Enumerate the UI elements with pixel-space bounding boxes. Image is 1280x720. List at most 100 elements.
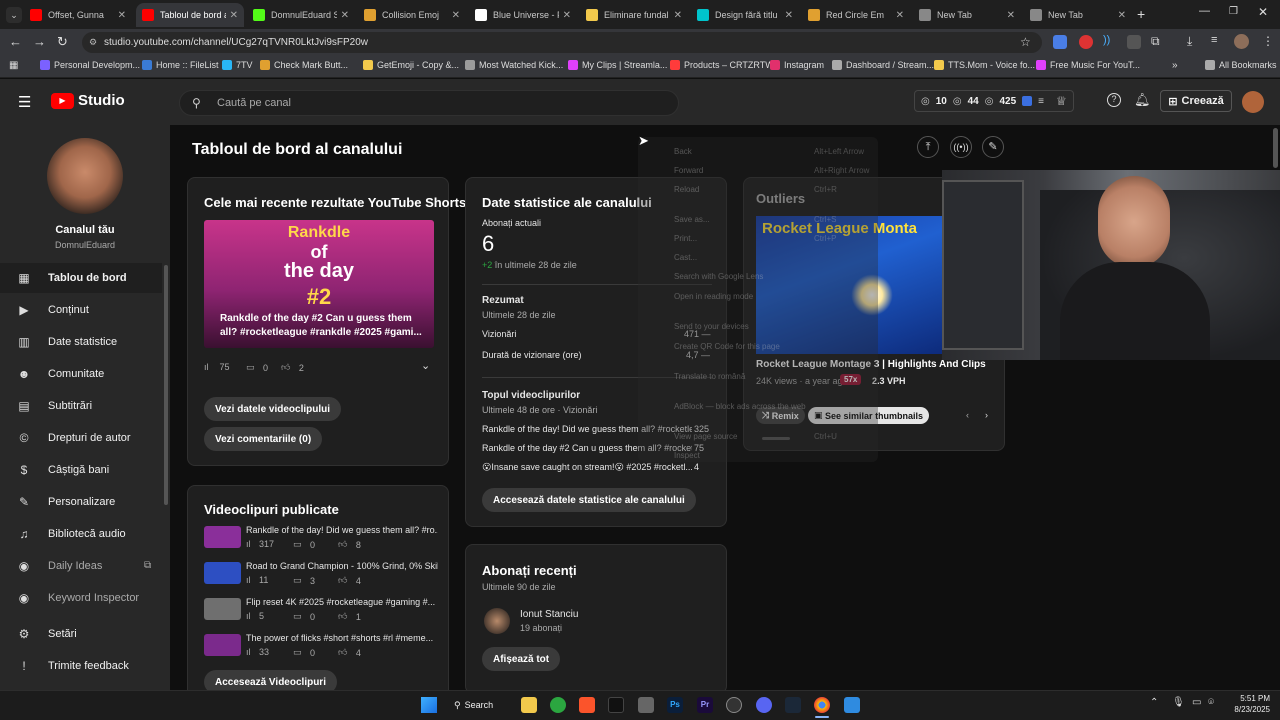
- context-menu-item[interactable]: Inspect: [674, 451, 700, 460]
- sidebar-item[interactable]: ▤ Subtitrări: [0, 391, 162, 421]
- realtime-stats-pill[interactable]: ◎ 10 ◎ 44 ◎ 425 ≡: [914, 90, 1074, 112]
- tab-close-icon[interactable]: ✕: [674, 10, 682, 21]
- browser-tab[interactable]: Eliminare fundal ✕: [580, 3, 688, 27]
- discord-icon[interactable]: [756, 697, 772, 713]
- download-icon[interactable]: ⤓: [1187, 34, 1192, 49]
- context-menu-item[interactable]: Print...: [674, 234, 697, 243]
- view-comments-button[interactable]: Vezi comentariile (0): [204, 427, 323, 451]
- restore-button[interactable]: ❐: [1229, 6, 1238, 17]
- bookmark-item[interactable]: Products – CRTZRTW: [670, 60, 774, 70]
- premiere-icon[interactable]: Pr: [697, 697, 713, 713]
- tab-close-icon[interactable]: ✕: [785, 10, 793, 21]
- extension-wave-icon[interactable]: )): [1103, 34, 1110, 46]
- tiktok-icon[interactable]: [608, 697, 624, 713]
- context-menu-item[interactable]: Open in reading mode: [674, 292, 753, 301]
- back-icon[interactable]: ←: [9, 34, 22, 49]
- extension-translate-icon[interactable]: [1053, 35, 1067, 49]
- context-menu-item[interactable]: Translate to română: [674, 372, 745, 381]
- sidebar-item[interactable]: ✎ Personalizare: [0, 487, 162, 517]
- sidebar-item[interactable]: © Drepturi de autor: [0, 423, 162, 453]
- video-thumbnail[interactable]: [204, 526, 241, 548]
- site-info-icon[interactable]: ⚙: [89, 32, 97, 53]
- browser-tab[interactable]: New Tab ✕: [913, 3, 1021, 27]
- bookmark-item[interactable]: 7TV: [222, 60, 253, 70]
- outliers-next-icon[interactable]: ›: [985, 410, 988, 420]
- forward-icon[interactable]: →: [33, 34, 46, 49]
- file-explorer-icon[interactable]: [521, 697, 537, 713]
- context-menu-item[interactable]: Back: [674, 147, 692, 156]
- show-all-button[interactable]: Afișează tot: [482, 647, 561, 671]
- sidebar-item[interactable]: ▶ Conținut: [0, 295, 162, 325]
- bookmark-item[interactable]: GetEmoji - Copy &...: [363, 60, 459, 70]
- go-to-analytics-button[interactable]: Accesează datele statistice ale canalulu…: [482, 488, 696, 512]
- bookmark-item[interactable]: Dashboard / Stream...: [832, 60, 934, 70]
- video-title[interactable]: Rankdle of the day! Did we guess them al…: [246, 525, 438, 535]
- photoshop-icon[interactable]: Ps: [667, 697, 683, 713]
- help-icon[interactable]: ?: [1107, 93, 1121, 107]
- context-menu-item[interactable]: Create QR Code for this page: [674, 342, 780, 351]
- video-thumbnail[interactable]: [204, 598, 241, 620]
- bookmark-star-icon[interactable]: ☆: [1020, 32, 1031, 53]
- sidebar-item[interactable]: ! Trimite feedback: [0, 651, 162, 681]
- bookmark-item[interactable]: Personal Developm...: [40, 60, 140, 70]
- main-scrollbar[interactable]: [1273, 128, 1278, 168]
- sidebar-item[interactable]: $ Câștigă bani: [0, 455, 162, 485]
- taskbar-clock[interactable]: 5:51 PM 8/23/2025: [1226, 693, 1270, 715]
- profile-avatar[interactable]: [1234, 34, 1249, 49]
- video-thumbnail[interactable]: [204, 562, 241, 584]
- top-video-title[interactable]: 😮Insane save caught on stream!😮 #2025 #r…: [482, 462, 692, 473]
- sidebar-item[interactable]: ☻ Comunitate: [0, 359, 162, 389]
- taskbar-search[interactable]: ⚲ Search: [454, 695, 508, 715]
- app-circle-icon[interactable]: [726, 697, 742, 713]
- new-tab-button[interactable]: +: [1137, 6, 1145, 22]
- shorts-thumbnail[interactable]: Rankdle of the day #2 Rankdle of the day…: [204, 220, 434, 348]
- browser-tab[interactable]: Tabloul de bord al ✕: [136, 3, 244, 27]
- tab-search-button[interactable]: ⌄: [6, 7, 22, 23]
- bookmarks-overflow-icon[interactable]: »: [1172, 60, 1178, 71]
- steam-icon[interactable]: [785, 697, 801, 713]
- video-title[interactable]: Flip reset 4K #2025 #rocketleague #gamin…: [246, 597, 438, 607]
- view-video-data-button[interactable]: Vezi datele videoclipului: [204, 397, 342, 421]
- extension-red-icon[interactable]: [1079, 35, 1093, 49]
- context-menu-item[interactable]: Cast...: [674, 253, 697, 262]
- brave-icon[interactable]: [579, 697, 595, 713]
- minimize-button[interactable]: —: [1199, 5, 1210, 17]
- chevron-down-icon[interactable]: ⌄: [421, 359, 430, 372]
- bookmark-item[interactable]: Check Mark Butt...: [260, 60, 348, 70]
- video-title[interactable]: Road to Grand Champion - 100% Grind, 0% …: [246, 561, 438, 571]
- notifications-bell-icon[interactable]: 🔔︎: [1134, 92, 1151, 108]
- context-menu-item[interactable]: Send to your devices: [674, 322, 749, 331]
- app-green-icon[interactable]: [550, 697, 566, 713]
- reload-icon[interactable]: ↻: [57, 34, 68, 50]
- outliers-prev-icon[interactable]: ‹: [966, 410, 969, 420]
- context-menu-item[interactable]: Reload: [674, 185, 699, 194]
- microphone-icon[interactable]: 🎙︎: [1172, 697, 1185, 708]
- browser-tab[interactable]: Design fără titlu ✕: [691, 3, 799, 27]
- create-post-icon[interactable]: ✎: [982, 136, 1004, 158]
- tab-close-icon[interactable]: ✕: [1118, 10, 1126, 21]
- tab-close-icon[interactable]: ✕: [118, 10, 126, 21]
- extension-pen-icon[interactable]: [1127, 35, 1141, 49]
- start-icon[interactable]: [421, 697, 437, 713]
- upload-icon[interactable]: ⤒: [917, 136, 939, 158]
- sidebar-item[interactable]: ◉ Daily Ideas: [0, 551, 162, 581]
- hamburger-menu-icon[interactable]: ☰: [18, 93, 31, 111]
- channel-avatar[interactable]: [47, 138, 123, 214]
- app-grid-icon[interactable]: [638, 697, 654, 713]
- account-avatar[interactable]: [1242, 91, 1264, 113]
- browser-tab[interactable]: Offset, Gunna ✕: [24, 3, 132, 27]
- tab-close-icon[interactable]: ✕: [452, 10, 460, 21]
- all-bookmarks[interactable]: All Bookmarks: [1205, 60, 1277, 70]
- tab-close-icon[interactable]: ✕: [563, 10, 571, 21]
- browser-menu-icon[interactable]: ⋮: [1262, 34, 1274, 48]
- browser-tab[interactable]: Red Circle Em ✕: [802, 3, 910, 27]
- bookmark-item[interactable]: Most Watched Kick...: [465, 60, 563, 70]
- video-thumbnail[interactable]: [204, 634, 241, 656]
- context-menu-item[interactable]: Search with Google Lens: [674, 272, 763, 281]
- context-menu-item[interactable]: Forward: [674, 166, 703, 175]
- sidebar-scrollbar[interactable]: [164, 265, 168, 505]
- context-menu-item[interactable]: Save as...: [674, 215, 710, 224]
- subscriber-avatar[interactable]: [484, 608, 510, 634]
- bookmark-item[interactable]: My Clips | Streamla...: [568, 60, 667, 70]
- browser-tab[interactable]: DomnulEduard St ✕: [247, 3, 355, 27]
